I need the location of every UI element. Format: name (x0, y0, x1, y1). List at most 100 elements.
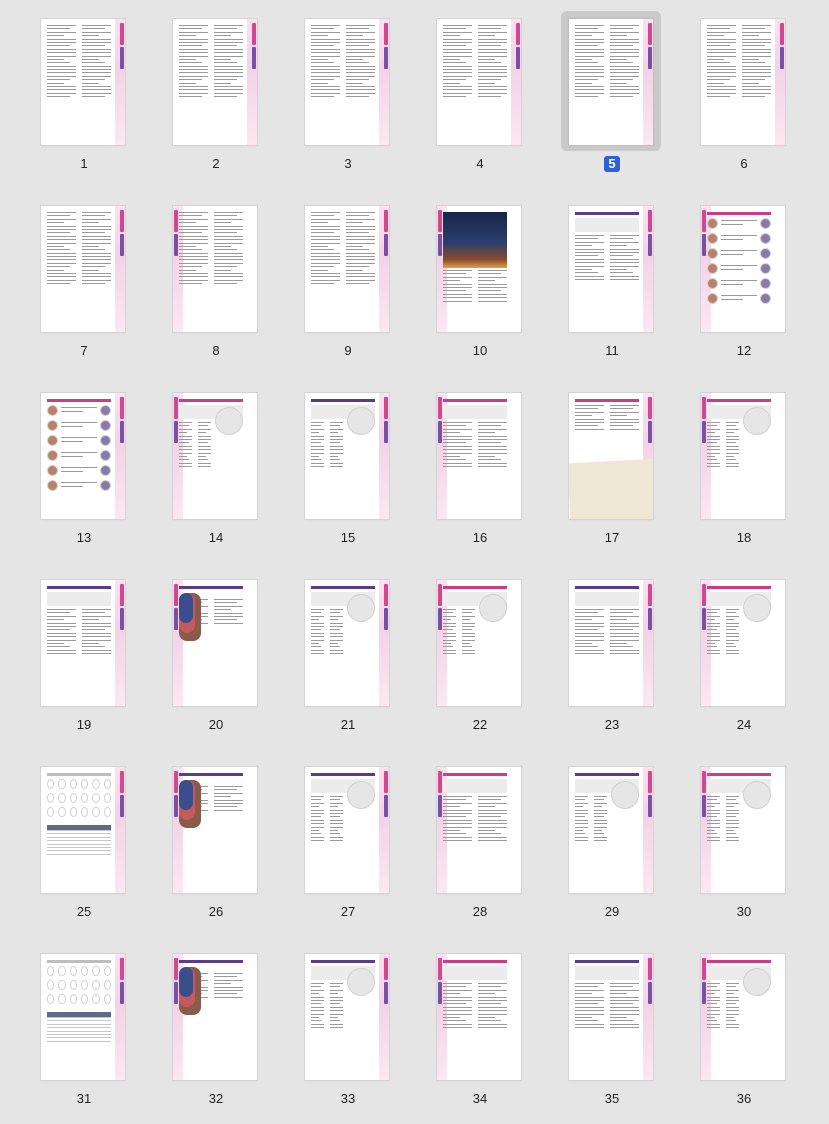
page-thumbnail[interactable] (173, 954, 257, 1080)
page-thumbnail-item[interactable]: 6 (679, 19, 809, 189)
page-thumbnail[interactable] (437, 767, 521, 893)
page-thumbnail-item[interactable]: 35 (547, 954, 677, 1124)
page-thumbnail[interactable] (569, 19, 653, 145)
page-thumbnail[interactable] (173, 19, 257, 145)
page-content-preview (311, 586, 375, 698)
page-thumbnail[interactable] (41, 206, 125, 332)
page-number-label: 11 (547, 343, 677, 359)
page-thumbnail[interactable] (701, 580, 785, 706)
page-thumbnail[interactable] (41, 580, 125, 706)
page-number: 28 (472, 904, 488, 919)
page-number: 7 (80, 343, 88, 358)
page-thumbnail-item[interactable]: 9 (283, 206, 413, 376)
page-number-label: 4 (415, 156, 545, 172)
page-thumbnail[interactable] (305, 19, 389, 145)
page-thumbnail-item[interactable]: 4 (415, 19, 545, 189)
page-thumbnail-item[interactable]: 3 (283, 19, 413, 189)
page-thumbnail[interactable] (701, 767, 785, 893)
page-thumbnail-item[interactable]: 36 (679, 954, 809, 1124)
page-thumbnail-item[interactable]: 34 (415, 954, 545, 1124)
page-number: 14 (208, 530, 224, 545)
page-thumbnail-item[interactable]: 21 (283, 580, 413, 750)
page-number-label: 13 (19, 530, 149, 546)
page-number: 35 (604, 1091, 620, 1106)
page-number-label: 9 (283, 343, 413, 359)
page-content-preview (707, 399, 771, 511)
page-thumbnail-item[interactable]: 18 (679, 393, 809, 563)
page-content-preview (707, 212, 771, 324)
page-thumbnail-item[interactable]: 7 (19, 206, 149, 376)
page-thumbnail[interactable] (173, 767, 257, 893)
page-thumbnail[interactable] (569, 206, 653, 332)
page-thumbnail[interactable] (569, 954, 653, 1080)
page-thumbnail[interactable] (305, 393, 389, 519)
page-number: 32 (208, 1091, 224, 1106)
page-content-preview (47, 773, 111, 885)
page-thumbnail-item[interactable]: 22 (415, 580, 545, 750)
page-thumbnail-item[interactable]: 20 (151, 580, 281, 750)
page-thumbnail[interactable] (569, 767, 653, 893)
page-thumbnail[interactable] (305, 767, 389, 893)
page-thumbnail-item[interactable]: 23 (547, 580, 677, 750)
page-thumbnail-item[interactable]: 28 (415, 767, 545, 937)
page-content-preview (179, 25, 243, 137)
page-thumbnail[interactable] (41, 393, 125, 519)
page-thumbnail[interactable] (701, 393, 785, 519)
page-number-label: 1 (19, 156, 149, 172)
page-thumbnail[interactable] (173, 580, 257, 706)
page-thumbnail[interactable] (437, 954, 521, 1080)
page-thumbnail-item[interactable]: 30 (679, 767, 809, 937)
page-number-label: 15 (283, 530, 413, 546)
page-thumbnail[interactable] (701, 206, 785, 332)
page-thumbnail-item[interactable]: 33 (283, 954, 413, 1124)
page-thumbnail[interactable] (701, 19, 785, 145)
page-thumbnail-item[interactable]: 15 (283, 393, 413, 563)
page-thumbnail[interactable] (305, 206, 389, 332)
page-number: 13 (76, 530, 92, 545)
page-thumbnail-item[interactable]: 13 (19, 393, 149, 563)
page-thumbnail-item[interactable]: 24 (679, 580, 809, 750)
page-content-preview (707, 25, 771, 137)
page-thumbnail-item[interactable]: 16 (415, 393, 545, 563)
page-thumbnail[interactable] (173, 206, 257, 332)
page-thumbnail-item[interactable]: 2 (151, 19, 281, 189)
page-thumbnail[interactable] (437, 580, 521, 706)
page-content-preview (443, 25, 507, 137)
page-thumbnail[interactable] (41, 954, 125, 1080)
page-content-preview (707, 773, 771, 885)
page-thumbnail-item[interactable]: 19 (19, 580, 149, 750)
page-number-label: 25 (19, 904, 149, 920)
page-number: 3 (344, 156, 352, 171)
page-number: 8 (212, 343, 220, 358)
page-thumbnail-item[interactable]: 14 (151, 393, 281, 563)
page-thumbnail-item[interactable]: 31 (19, 954, 149, 1124)
page-thumbnail-item[interactable]: 25 (19, 767, 149, 937)
page-thumbnail-item[interactable]: 29 (547, 767, 677, 937)
page-thumbnail[interactable] (437, 19, 521, 145)
page-thumbnail[interactable] (437, 393, 521, 519)
page-edge-decoration (247, 19, 257, 145)
page-thumbnail[interactable] (305, 954, 389, 1080)
page-content-preview (575, 586, 639, 698)
page-thumbnail-item[interactable]: 32 (151, 954, 281, 1124)
page-thumbnail[interactable] (437, 206, 521, 332)
page-edge-decoration (643, 19, 653, 145)
page-thumbnail-item[interactable]: 12 (679, 206, 809, 376)
page-thumbnail[interactable] (41, 767, 125, 893)
page-thumbnail-item[interactable]: 26 (151, 767, 281, 937)
page-thumbnail-item[interactable]: 17 (547, 393, 677, 563)
page-thumbnail-item[interactable]: 27 (283, 767, 413, 937)
page-thumbnail-item[interactable]: 5 (547, 11, 677, 189)
page-thumbnail-item[interactable]: 1 (19, 19, 149, 189)
page-content-preview (47, 25, 111, 137)
page-thumbnail-item[interactable]: 8 (151, 206, 281, 376)
page-thumbnail[interactable] (701, 954, 785, 1080)
page-thumbnail[interactable] (173, 393, 257, 519)
page-thumbnail[interactable] (569, 580, 653, 706)
page-thumbnail[interactable] (41, 19, 125, 145)
page-thumbnail[interactable] (569, 393, 653, 519)
page-content-preview (47, 960, 111, 1072)
page-thumbnail-item[interactable]: 10 (415, 206, 545, 376)
page-thumbnail[interactable] (305, 580, 389, 706)
page-thumbnail-item[interactable]: 11 (547, 206, 677, 376)
